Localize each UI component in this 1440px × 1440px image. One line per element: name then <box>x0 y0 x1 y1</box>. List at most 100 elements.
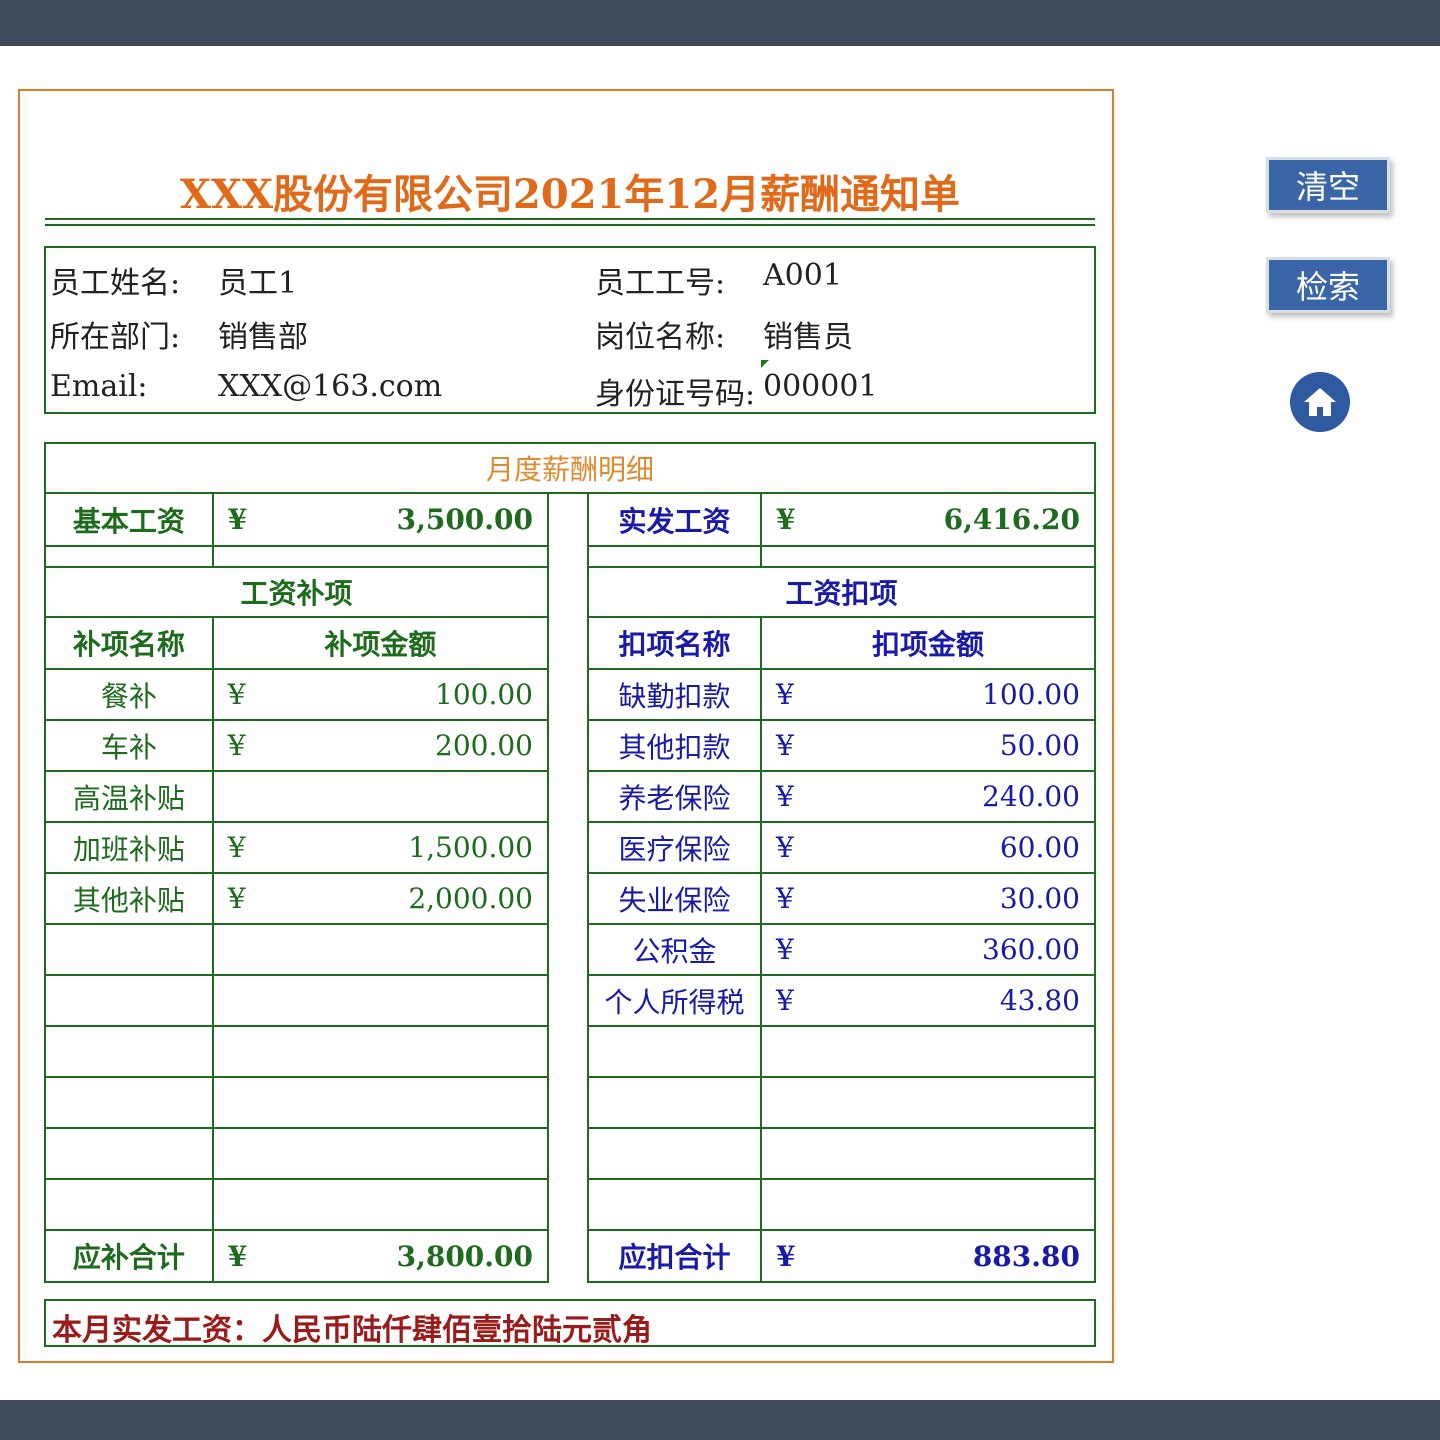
item-amount-cell: ¥100.00 <box>211 668 550 721</box>
item-amount: 1,500.00 <box>408 831 533 864</box>
home-button[interactable] <box>1290 372 1350 432</box>
item-amount: 30.00 <box>999 882 1080 915</box>
home-icon <box>1304 388 1336 416</box>
deduction-header-row: 扣项名称 扣项金额 <box>587 616 1097 670</box>
allowance-total-row: 应补合计 ¥3,800.00 <box>44 1229 550 1283</box>
item-amount: 200.00 <box>435 729 533 762</box>
deduction-row <box>587 1076 1097 1129</box>
deduction-row: 公积金 ¥360.00 <box>587 923 1097 976</box>
cell-comment-marker <box>761 360 769 368</box>
item-amount-cell: ¥30.00 <box>759 872 1097 925</box>
base-salary-value: 3,500.00 <box>396 503 533 536</box>
deduction-title: 工资扣项 <box>587 566 1096 618</box>
item-amount: 2,000.00 <box>408 882 533 915</box>
clear-button[interactable]: 清空 <box>1266 157 1390 213</box>
item-name <box>44 974 214 1027</box>
allowance-table: 基本工资 ¥3,500.00 工资补项 补项名称 补项金额 餐补 ¥100.00 车… <box>44 492 550 1283</box>
item-amount-cell: ¥200.00 <box>211 719 550 772</box>
deduction-row: 养老保险 ¥240.00 <box>587 770 1097 823</box>
spacer-cell <box>587 545 762 568</box>
item-currency: ¥ <box>227 882 246 915</box>
item-amount-cell <box>759 1025 1097 1078</box>
item-name <box>44 1127 214 1180</box>
item-amount: 60.00 <box>999 831 1080 864</box>
item-amount: 360.00 <box>982 933 1080 966</box>
item-name: 其他补贴 <box>44 872 214 925</box>
allowance-row: 加班补贴 ¥1,500.00 <box>44 821 550 874</box>
allowance-col-amount: 补项金额 <box>211 616 550 670</box>
item-name <box>587 1076 762 1129</box>
item-name <box>44 1178 214 1231</box>
title-rule-top <box>45 218 1095 220</box>
deduction-total-label: 应扣合计 <box>587 1229 762 1283</box>
id-value: A001 <box>763 258 842 293</box>
net-salary-cell: ¥6,416.20 <box>759 492 1097 547</box>
item-amount-cell <box>211 1178 550 1231</box>
dept-value: 销售部 <box>218 320 308 355</box>
item-name: 车补 <box>44 719 214 772</box>
item-currency: ¥ <box>775 729 794 762</box>
item-name: 公积金 <box>587 923 762 976</box>
base-currency: ¥ <box>227 503 248 536</box>
net-salary-label: 实发工资 <box>587 492 762 547</box>
allowance-row: 餐补 ¥100.00 <box>44 668 550 721</box>
item-amount: 240.00 <box>982 780 1080 813</box>
idcard-label: 身份证号码: <box>595 377 756 412</box>
idcard-value: 000001 <box>763 369 878 404</box>
item-name <box>587 1178 762 1231</box>
item-currency: ¥ <box>775 933 794 966</box>
deduction-row: 医疗保险 ¥60.00 <box>587 821 1097 874</box>
deduction-row: 缺勤扣款 ¥100.00 <box>587 668 1097 721</box>
item-amount-cell <box>759 1178 1097 1231</box>
item-amount: 50.00 <box>999 729 1080 762</box>
item-name: 失业保险 <box>587 872 762 925</box>
allowance-row <box>44 1178 550 1231</box>
title-rule-bottom <box>45 224 1095 226</box>
search-button[interactable]: 检索 <box>1266 257 1390 313</box>
item-currency: ¥ <box>227 729 246 762</box>
deduction-row <box>587 1178 1097 1231</box>
deduction-row <box>587 1127 1097 1180</box>
net-pay-words-box: 本月实发工资：人民币陆仟肆佰壹拾陆元贰角 <box>44 1299 1096 1348</box>
item-amount-cell: ¥43.80 <box>759 974 1097 1027</box>
allowance-row <box>44 1025 550 1078</box>
allowance-row <box>44 923 550 976</box>
item-amount: 43.80 <box>999 984 1080 1017</box>
net-salary-value: 6,416.20 <box>943 503 1080 536</box>
item-name: 个人所得税 <box>587 974 762 1027</box>
allowance-title-row: 工资补项 <box>44 566 549 618</box>
deduction-col-name: 扣项名称 <box>587 616 762 670</box>
net-salary-row: 实发工资 ¥6,416.20 <box>587 492 1097 547</box>
deduction-table: 实发工资 ¥6,416.20 工资扣项 扣项名称 扣项金额 缺勤扣款 ¥100.0… <box>587 492 1097 1283</box>
item-amount-cell: ¥100.00 <box>759 668 1097 721</box>
item-name: 加班补贴 <box>44 821 214 874</box>
item-amount-cell <box>759 1127 1097 1180</box>
deduction-row <box>587 1025 1097 1078</box>
dept-label: 所在部门: <box>50 320 181 355</box>
item-name <box>44 923 214 976</box>
position-value: 销售员 <box>763 320 853 355</box>
item-amount-cell: ¥2,000.00 <box>211 872 550 925</box>
allowance-header-row: 补项名称 补项金额 <box>44 616 550 670</box>
email-label: Email: <box>50 369 148 404</box>
item-name <box>587 1025 762 1078</box>
net-pay-in-words: 本月实发工资：人民币陆仟肆佰壹拾陆元贰角 <box>52 1313 652 1348</box>
item-currency: ¥ <box>775 882 794 915</box>
item-amount-cell <box>211 1127 550 1180</box>
allowance-row <box>44 1127 550 1180</box>
name-label: 员工姓名: <box>50 266 181 301</box>
deduction-total-value: 883.80 <box>972 1239 1080 1273</box>
item-currency: ¥ <box>227 831 246 864</box>
email-value: XXX@163.com <box>218 369 443 404</box>
allowance-col-name: 补项名称 <box>44 616 214 670</box>
id-label: 员工工号: <box>595 266 726 301</box>
item-amount-cell: ¥1,500.00 <box>211 821 550 874</box>
spacer-cell <box>759 545 1097 568</box>
monthly-section-header: 月度薪酬明细 <box>44 442 1096 494</box>
employee-info-box <box>44 246 1096 414</box>
item-name: 医疗保险 <box>587 821 762 874</box>
item-amount-cell: ¥50.00 <box>759 719 1097 772</box>
allowance-total-cell: ¥3,800.00 <box>211 1229 550 1283</box>
item-amount-cell: ¥240.00 <box>759 770 1097 823</box>
spacer-cell <box>44 545 214 568</box>
